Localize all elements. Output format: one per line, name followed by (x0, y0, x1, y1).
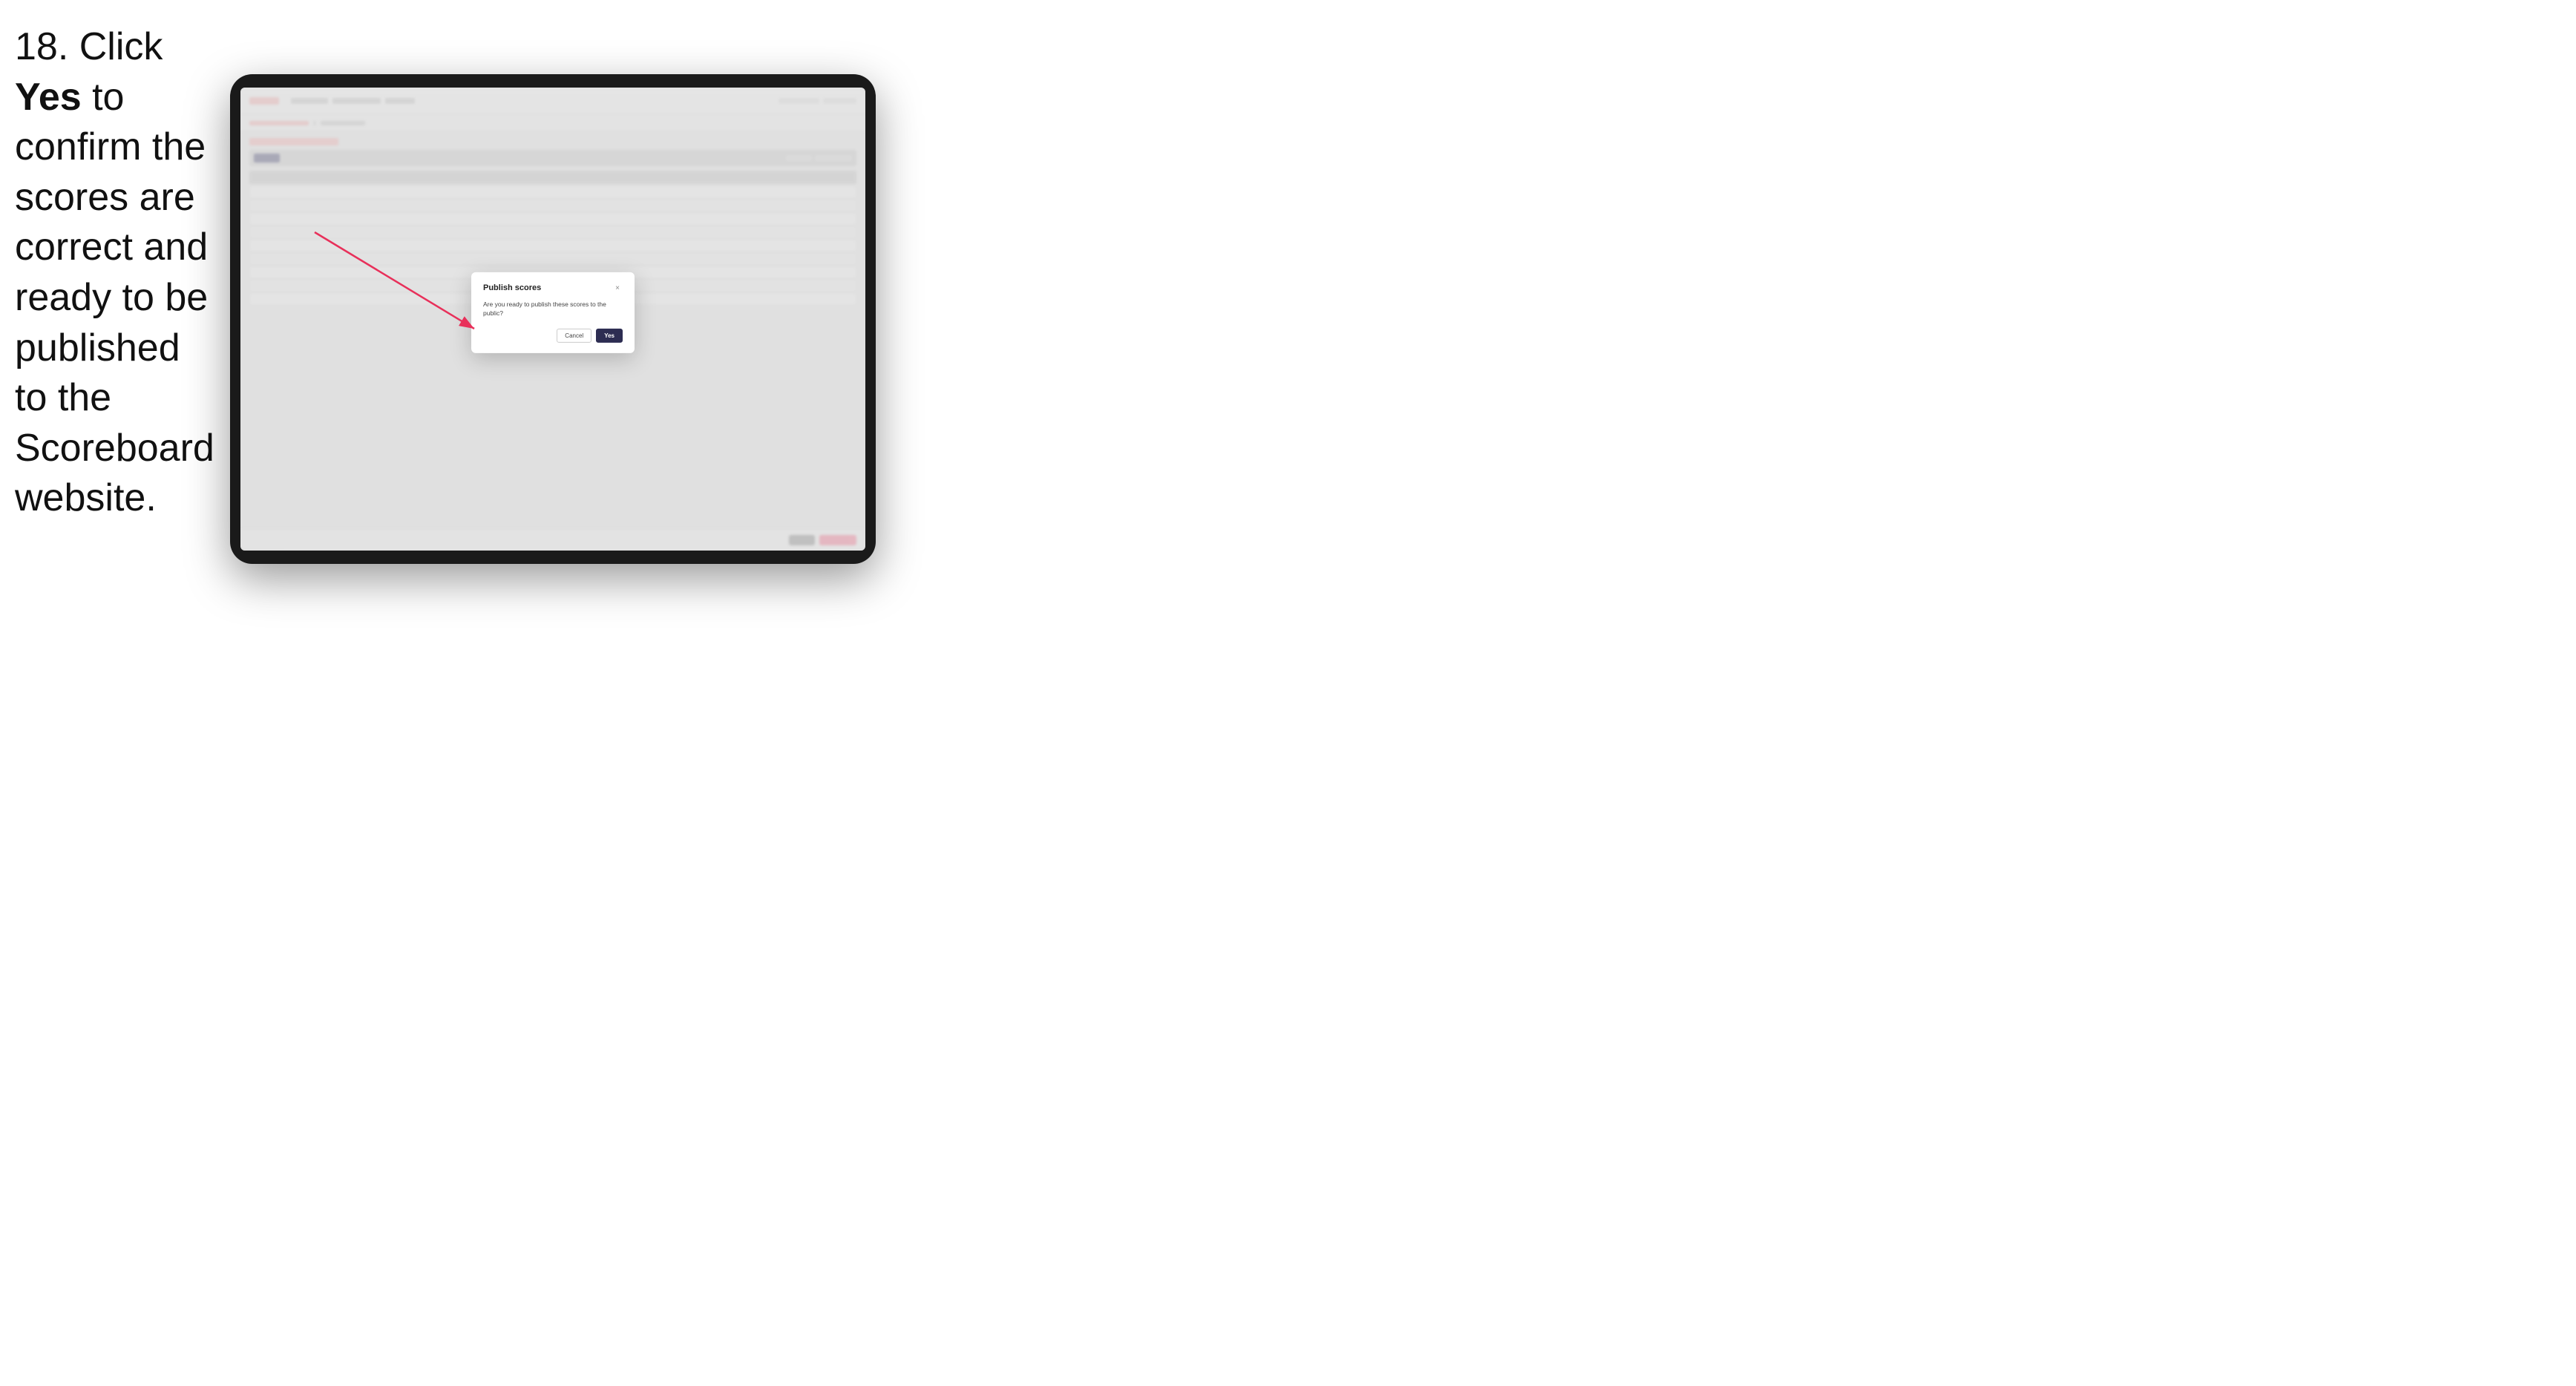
bold-yes: Yes (15, 76, 82, 119)
step-number: 18. (15, 25, 68, 68)
modal-header: Publish scores × (483, 283, 623, 293)
modal-body: Are you ready to publish these scores to… (483, 300, 623, 318)
tablet-screen: Publish scores × Are you ready to publis… (240, 88, 865, 551)
modal-title: Publish scores (483, 283, 541, 292)
publish-scores-modal: Publish scores × Are you ready to publis… (471, 272, 635, 353)
modal-close-button[interactable]: × (612, 283, 623, 293)
tablet-device: Publish scores × Are you ready to publis… (230, 74, 876, 564)
modal-footer: Cancel Yes (483, 329, 623, 343)
instruction-text: 18. Click Yes to confirm the scores are … (15, 22, 223, 524)
yes-button[interactable]: Yes (596, 329, 623, 343)
modal-message: Are you ready to publish these scores to… (483, 300, 623, 318)
cancel-button[interactable]: Cancel (557, 329, 591, 343)
